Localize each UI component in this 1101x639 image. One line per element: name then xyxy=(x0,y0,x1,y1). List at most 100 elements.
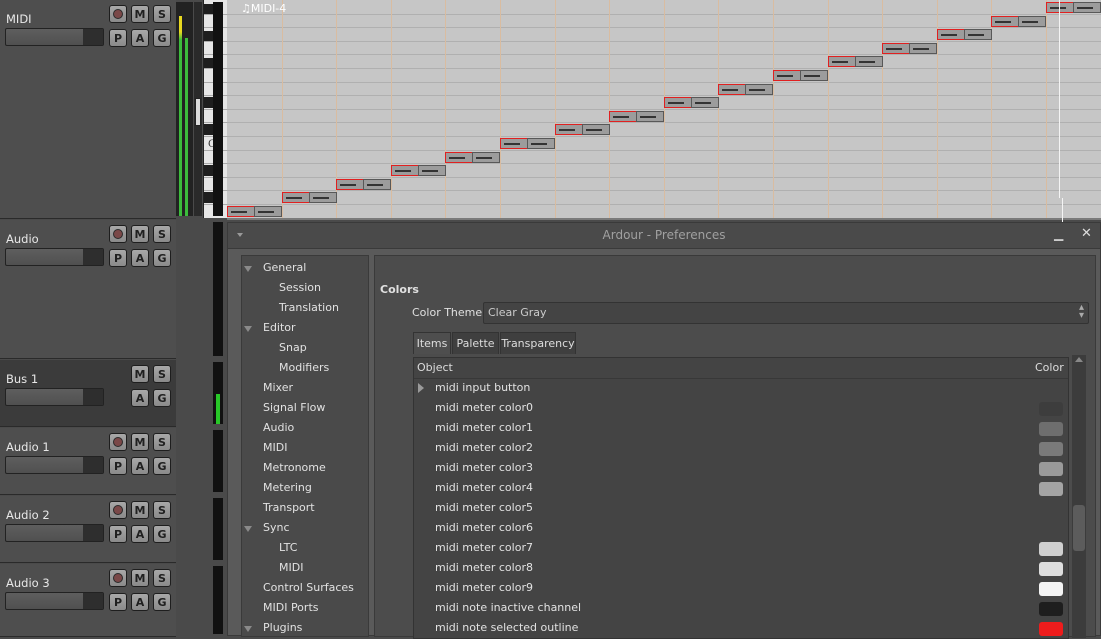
scrollbar-thumb[interactable] xyxy=(1073,505,1085,551)
color-swatch[interactable] xyxy=(1039,402,1063,416)
playlist-button[interactable]: P xyxy=(109,457,127,475)
midi-note[interactable] xyxy=(773,70,801,81)
track-header[interactable]: Audio M S P A G xyxy=(0,220,176,359)
mute-button[interactable]: M xyxy=(131,569,149,587)
midi-note[interactable] xyxy=(854,56,883,68)
midi-note[interactable] xyxy=(636,110,665,122)
expander-icon[interactable] xyxy=(244,526,252,532)
playlist-button[interactable]: P xyxy=(109,593,127,611)
solo-button[interactable]: S xyxy=(153,225,171,243)
list-row[interactable]: midi meter color6 xyxy=(414,518,1068,538)
track-name[interactable]: Audio 1 xyxy=(6,440,50,454)
midi-note[interactable] xyxy=(417,165,446,177)
fader-handle[interactable] xyxy=(83,389,103,405)
midi-note[interactable] xyxy=(991,15,1020,27)
mute-button[interactable]: M xyxy=(131,5,149,23)
list-row[interactable]: midi input button xyxy=(414,378,1068,398)
midi-note[interactable] xyxy=(390,165,419,177)
solo-button[interactable]: S xyxy=(153,569,171,587)
record-button[interactable] xyxy=(109,501,127,519)
fader-handle[interactable] xyxy=(83,29,103,45)
group-button[interactable]: G xyxy=(153,457,171,475)
track-name[interactable]: Audio 3 xyxy=(6,576,50,590)
list-row[interactable]: midi meter color2 xyxy=(414,438,1068,458)
close-icon[interactable]: ✕ xyxy=(1081,226,1092,241)
track-header[interactable]: Audio 1 MS PAG xyxy=(0,428,176,495)
midi-note[interactable] xyxy=(1073,2,1101,13)
scroll-up-icon[interactable] xyxy=(1075,357,1083,362)
automation-button[interactable]: A xyxy=(131,457,149,475)
list-row[interactable]: midi note inactive channel xyxy=(414,598,1068,618)
record-button[interactable] xyxy=(109,5,127,23)
track-fader[interactable] xyxy=(5,524,104,542)
sidebar-item[interactable]: Audio xyxy=(263,421,294,434)
list-row[interactable]: midi meter color3 xyxy=(414,458,1068,478)
sidebar-item[interactable]: General xyxy=(263,261,306,274)
sidebar-item[interactable]: Session xyxy=(279,281,321,294)
track-fader[interactable] xyxy=(5,28,104,46)
sidebar-item[interactable]: Metronome xyxy=(263,461,326,474)
midi-note[interactable] xyxy=(281,192,310,204)
track-fader[interactable] xyxy=(5,592,104,610)
track-fader[interactable] xyxy=(5,388,104,406)
sidebar-item[interactable]: Snap xyxy=(279,341,307,354)
mute-button[interactable]: M xyxy=(131,365,149,383)
group-button[interactable]: G xyxy=(153,29,171,47)
automation-button[interactable]: A xyxy=(131,29,149,47)
header-object[interactable]: Object xyxy=(417,361,453,374)
track-header[interactable]: Bus 1 MSAG xyxy=(0,360,176,427)
sidebar-item[interactable]: MIDI Ports xyxy=(263,601,318,614)
fader-handle[interactable] xyxy=(83,457,103,473)
track-name[interactable]: Audio 2 xyxy=(6,508,50,522)
sidebar-item[interactable]: Sync xyxy=(263,521,290,534)
solo-button[interactable]: S xyxy=(153,433,171,451)
midi-note[interactable] xyxy=(527,138,555,149)
track-fader[interactable] xyxy=(5,248,104,266)
list-row[interactable]: midi meter color8 xyxy=(414,558,1068,578)
expander-icon[interactable] xyxy=(244,266,252,272)
midi-note[interactable] xyxy=(308,192,337,204)
midi-note[interactable] xyxy=(963,29,992,41)
fader-handle[interactable] xyxy=(83,593,103,609)
midi-note[interactable] xyxy=(254,206,282,217)
midi-note[interactable] xyxy=(663,97,692,109)
solo-button[interactable]: S xyxy=(153,501,171,519)
solo-button[interactable]: S xyxy=(153,5,171,23)
record-button[interactable] xyxy=(109,569,127,587)
group-button[interactable]: G xyxy=(153,249,171,267)
color-swatch[interactable] xyxy=(1039,462,1063,476)
color-swatch[interactable] xyxy=(1039,622,1063,636)
midi-note[interactable] xyxy=(336,178,365,190)
tab-transparency[interactable]: Transparency xyxy=(500,332,576,354)
group-button[interactable]: G xyxy=(153,593,171,611)
sidebar-item[interactable]: Signal Flow xyxy=(263,401,325,414)
playlist-button[interactable]: P xyxy=(109,525,127,543)
list-row[interactable]: midi meter color1 xyxy=(414,418,1068,438)
list-row[interactable]: midi meter color9 xyxy=(414,578,1068,598)
color-swatch[interactable] xyxy=(1039,602,1063,616)
sidebar-item[interactable]: MIDI xyxy=(263,441,287,454)
automation-button[interactable]: A xyxy=(131,389,149,407)
midi-note[interactable] xyxy=(227,206,255,217)
playlist-button[interactable]: P xyxy=(109,249,127,267)
midi-note[interactable] xyxy=(745,83,774,95)
expander-icon[interactable] xyxy=(244,626,252,632)
expander-icon[interactable] xyxy=(244,326,252,332)
midi-note[interactable] xyxy=(363,178,392,190)
midi-note[interactable] xyxy=(609,110,638,122)
sidebar-item[interactable]: Metering xyxy=(263,481,312,494)
midi-note[interactable] xyxy=(581,124,610,136)
mute-button[interactable]: M xyxy=(131,225,149,243)
track-header[interactable]: MIDI M S P A G xyxy=(0,0,176,219)
track-name[interactable]: MIDI xyxy=(6,12,32,26)
midi-note[interactable] xyxy=(445,151,474,163)
note-range-scroomer[interactable] xyxy=(194,2,202,216)
midi-note[interactable] xyxy=(472,151,501,163)
sidebar-item[interactable]: Mixer xyxy=(263,381,293,394)
midi-note[interactable] xyxy=(500,138,528,149)
color-theme-select[interactable]: Clear Gray ▴ ▾ xyxy=(483,302,1089,324)
fader-handle[interactable] xyxy=(83,249,103,265)
minimize-icon[interactable]: ▁ xyxy=(1054,227,1063,241)
track-name[interactable]: Audio xyxy=(6,232,39,246)
header-color[interactable]: Color xyxy=(1035,361,1064,374)
